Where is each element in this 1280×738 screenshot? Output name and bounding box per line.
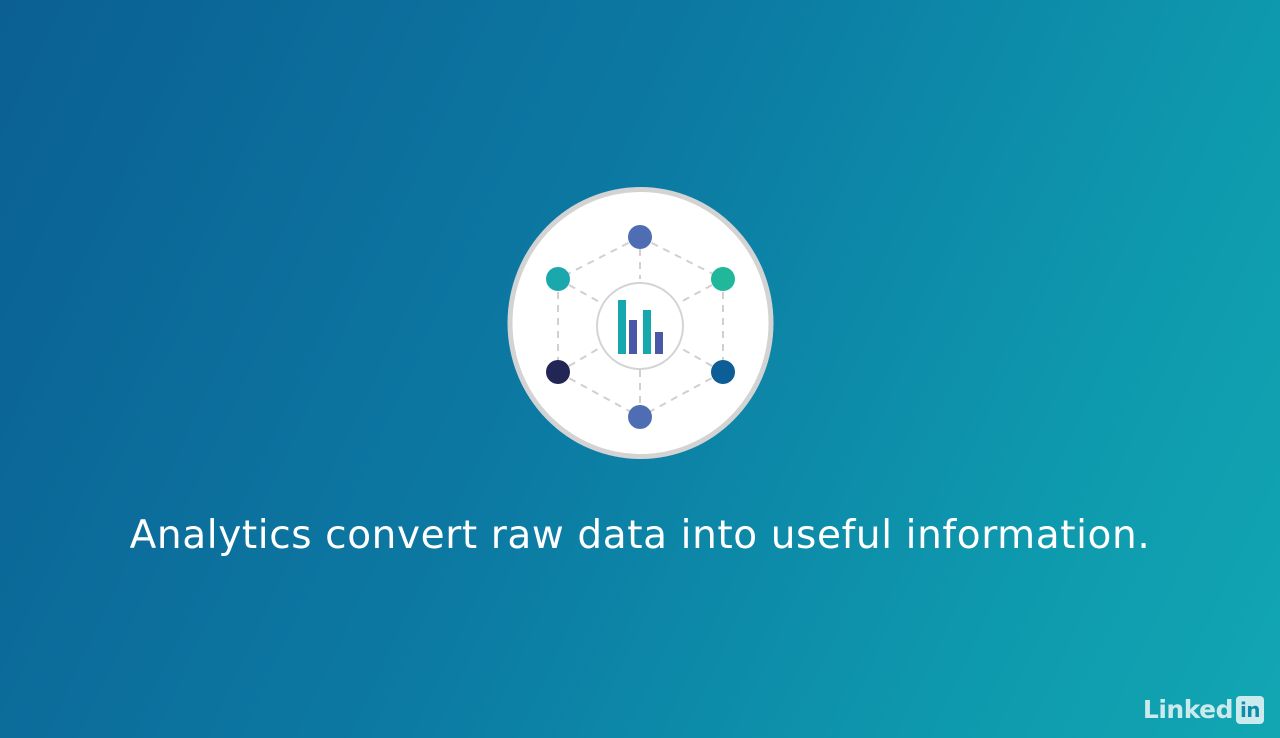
center-ring [596,282,684,370]
node-lower-left [546,360,570,384]
icon-bar [618,300,626,354]
icon-bar [643,310,651,354]
node-upper-right [711,267,735,291]
node-lower-right [711,360,735,384]
logo-word: Linked [1142,695,1234,724]
caption: Analytics convert raw data into useful i… [129,513,1151,558]
logo-box-text: in [1239,698,1261,722]
logo-in-box: in [1236,696,1264,724]
analytics-diagram [507,186,774,460]
icon-bar [629,320,637,354]
node-bottom [628,405,652,429]
icon-bar [655,332,663,354]
analytics-diagram-svg [507,187,774,459]
node-upper-left [546,267,570,291]
slide: Analytics convert raw data into useful i… [0,0,1280,738]
linkedin-logo: Linked in [1143,695,1264,725]
node-top [628,225,652,249]
